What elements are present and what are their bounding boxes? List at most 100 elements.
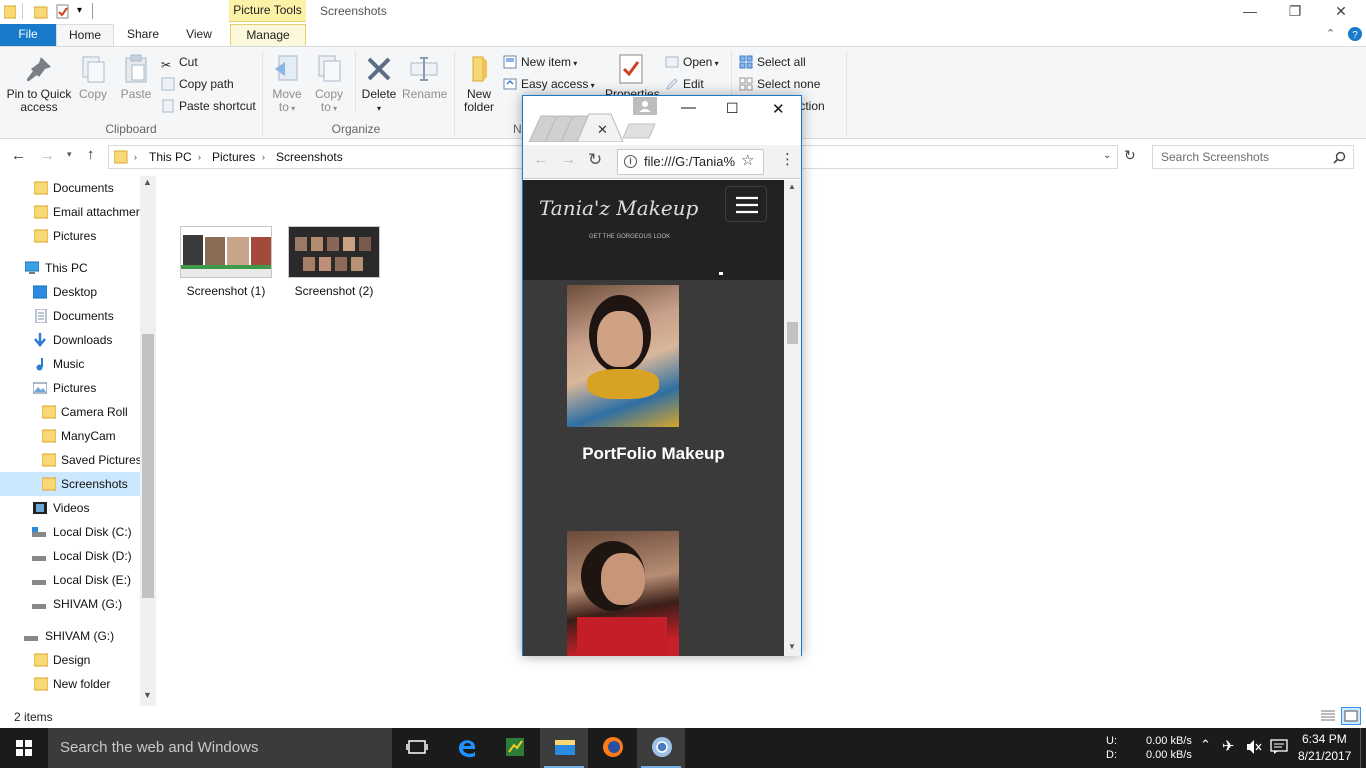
chrome-forward-icon[interactable]: →: [560, 151, 576, 169]
chrome-maximize-button[interactable]: ☐: [726, 100, 739, 117]
nav-item-local-disk-e[interactable]: Local Disk (E:): [0, 568, 140, 592]
clock-date[interactable]: 8/21/2017: [1298, 749, 1351, 763]
nav-item-pictures[interactable]: Pictures: [0, 376, 140, 400]
windows-start-icon[interactable]: [16, 740, 32, 756]
select-all-button[interactable]: Select all: [739, 53, 806, 71]
refresh-icon[interactable]: ↻: [1124, 147, 1136, 164]
firefox-taskbar-button[interactable]: [588, 728, 636, 768]
nav-item-desktop[interactable]: Desktop: [0, 280, 140, 304]
chrome-back-icon[interactable]: ←: [533, 151, 549, 169]
close-button[interactable]: ✕: [1318, 0, 1364, 24]
nav-item-camera-roll[interactable]: Camera Roll: [0, 400, 140, 424]
tab-home[interactable]: Home: [56, 24, 114, 47]
nav-item-pictures-quick[interactable]: Pictures: [0, 224, 140, 248]
tab-view[interactable]: View: [174, 24, 224, 46]
forward-arrow-icon[interactable]: →: [40, 147, 55, 164]
address-history-icon[interactable]: ⌄: [1103, 150, 1111, 161]
nav-item-design[interactable]: Design: [0, 648, 140, 672]
cut-button[interactable]: ✂ Cut: [161, 53, 198, 72]
large-icons-view-icon[interactable]: [1341, 707, 1361, 725]
airplane-mode-icon[interactable]: ✈: [1222, 737, 1235, 755]
open-button[interactable]: Open ▾: [665, 53, 719, 71]
chrome-taskbar-button[interactable]: [637, 728, 685, 768]
portfolio-image-1[interactable]: [567, 285, 679, 427]
chrome-tabs[interactable]: [527, 112, 657, 142]
nav-item-this-pc[interactable]: This PC: [0, 256, 140, 280]
search-input[interactable]: Search Screenshots: [1152, 145, 1354, 169]
profile-icon[interactable]: [633, 97, 657, 115]
copy-to-button[interactable]: Copy to ▾: [310, 53, 348, 115]
close-tab-icon[interactable]: ✕: [597, 122, 608, 138]
breadcrumb-screenshots[interactable]: Screenshots: [276, 150, 343, 164]
new-folder-icon[interactable]: [34, 5, 48, 19]
edge-taskbar-button[interactable]: [442, 728, 490, 768]
nav-item-local-disk-c[interactable]: Local Disk (C:): [0, 520, 140, 544]
details-view-icon[interactable]: [1320, 709, 1336, 723]
minimize-button[interactable]: —: [1227, 0, 1273, 24]
bookmark-star-icon[interactable]: ☆: [741, 151, 754, 169]
nav-item-videos[interactable]: Videos: [0, 496, 140, 520]
nav-item-manycam[interactable]: ManyCam: [0, 424, 140, 448]
scroll-up-icon[interactable]: ▲: [788, 182, 796, 191]
page-scrollbar-thumb[interactable]: [787, 322, 798, 344]
nav-item-downloads[interactable]: Downloads: [0, 328, 140, 352]
customize-quick-access-icon[interactable]: ▾: [77, 5, 82, 16]
chrome-menu-icon[interactable]: ⋮: [780, 150, 795, 168]
file-item[interactable]: Screenshot (2): [286, 226, 382, 298]
copy-button[interactable]: Copy: [76, 53, 110, 101]
new-folder-button[interactable]: New folder: [458, 53, 500, 114]
copy-path-button[interactable]: Copy path: [161, 75, 234, 93]
edit-button[interactable]: Edit: [665, 75, 704, 93]
tab-share[interactable]: Share: [118, 24, 168, 46]
action-center-icon[interactable]: [1270, 739, 1288, 755]
scroll-down-icon[interactable]: ▼: [788, 642, 796, 651]
help-icon[interactable]: ?: [1348, 27, 1362, 41]
breadcrumb-this-pc[interactable]: This PC: [149, 150, 192, 164]
tab-manage[interactable]: Manage: [230, 24, 306, 47]
clock-time[interactable]: 6:34 PM: [1302, 732, 1347, 746]
recent-locations-icon[interactable]: ▾: [67, 149, 72, 160]
nav-item-documents[interactable]: Documents: [0, 304, 140, 328]
easy-access-button[interactable]: Easy access ▾: [503, 75, 595, 93]
nav-item-saved-pictures[interactable]: Saved Pictures: [0, 448, 140, 472]
info-icon[interactable]: i: [624, 155, 637, 168]
file-explorer-taskbar-button[interactable]: [540, 728, 588, 768]
nav-item-email-attachments[interactable]: Email attachmer: [0, 200, 140, 224]
app-taskbar-button[interactable]: [490, 728, 538, 768]
new-item-button[interactable]: New item ▾: [503, 53, 577, 71]
taskbar-search-box[interactable]: Search the web and Windows: [48, 728, 392, 768]
volume-muted-icon[interactable]: [1246, 739, 1262, 755]
delete-button[interactable]: Delete ▾: [359, 53, 399, 115]
rename-button[interactable]: Rename: [402, 53, 447, 101]
restore-button[interactable]: ❐: [1272, 0, 1318, 24]
portfolio-image-2[interactable]: [567, 531, 679, 656]
nav-item-music[interactable]: Music: [0, 352, 140, 376]
scroll-up-icon[interactable]: ▲: [143, 177, 152, 187]
nav-item-local-disk-d[interactable]: Local Disk (D:): [0, 544, 140, 568]
task-view-button[interactable]: [392, 728, 440, 768]
tab-file[interactable]: File: [0, 24, 56, 46]
nav-item-shivam-g[interactable]: SHIVAM (G:): [0, 592, 140, 616]
nav-item-new-folder[interactable]: New folder: [0, 672, 140, 696]
paste-button[interactable]: Paste: [118, 53, 154, 101]
show-desktop-button[interactable]: [1360, 728, 1366, 768]
move-to-button[interactable]: Move to ▾: [268, 53, 306, 115]
collapse-ribbon-icon[interactable]: ⌃: [1326, 27, 1335, 40]
nav-item-screenshots[interactable]: Screenshots: [0, 472, 140, 496]
chrome-reload-icon[interactable]: ↻: [588, 150, 602, 170]
chrome-minimize-button[interactable]: —: [681, 99, 696, 116]
nav-item-documents-quick[interactable]: Documents: [0, 176, 140, 200]
site-logo[interactable]: Tania'z Makeup: [539, 196, 698, 220]
tray-expand-icon[interactable]: ⌃: [1200, 737, 1211, 753]
page-scrollbar[interactable]: ▲ ▼: [784, 180, 801, 656]
nav-scrollbar-thumb[interactable]: [142, 334, 154, 598]
breadcrumb-pictures[interactable]: Pictures: [212, 150, 255, 164]
select-none-button[interactable]: Select none: [739, 75, 820, 93]
back-arrow-icon[interactable]: ←: [11, 147, 26, 164]
file-item[interactable]: Screenshot (1): [178, 226, 274, 298]
pin-to-quick-access-button[interactable]: Pin to Quick access: [4, 53, 74, 114]
nav-item-shivam-g-root[interactable]: SHIVAM (G:): [0, 624, 140, 648]
paste-shortcut-button[interactable]: Paste shortcut: [161, 97, 256, 115]
up-arrow-icon[interactable]: ↑: [87, 146, 95, 163]
chrome-close-button[interactable]: ✕: [772, 100, 785, 118]
